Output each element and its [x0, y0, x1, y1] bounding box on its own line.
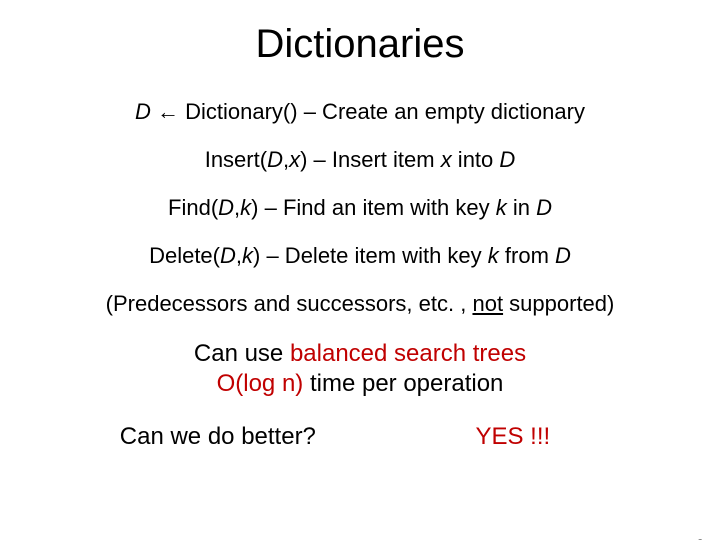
op-insert-arg2: x: [289, 147, 300, 172]
op-delete-desc-mid: from: [499, 243, 555, 268]
op-delete-desc-pre: – Delete item with key: [260, 243, 487, 268]
op-create-call: Dictionary(): [179, 99, 298, 124]
can-use-bst: balanced search trees: [290, 340, 526, 367]
op-find-arg1: D: [218, 195, 234, 220]
slide-title: Dictionaries: [0, 22, 720, 67]
op-delete-D: D: [555, 243, 571, 268]
op-insert-arg1: D: [267, 147, 283, 172]
note-pre: (Predecessors and successors, etc. ,: [106, 291, 473, 316]
op-insert-D: D: [499, 147, 515, 172]
can-use-ologn: O(log n): [217, 370, 304, 397]
op-delete-arg2: k: [242, 243, 253, 268]
op-create-lhs: D: [135, 99, 157, 124]
note-line: (Predecessors and successors, etc. , not…: [0, 291, 720, 317]
op-delete-line: Delete(D,k) – Delete item with key k fro…: [0, 243, 720, 269]
can-use-paragraph: Can use balanced search trees O(log n) t…: [0, 339, 720, 399]
op-create-desc: – Create an empty dictionary: [298, 99, 585, 124]
slide: Dictionaries D ← Dictionary() – Create a…: [0, 22, 720, 540]
note-post: supported): [503, 291, 614, 316]
op-create-line: D ← Dictionary() – Create an empty dicti…: [0, 99, 720, 125]
op-delete-arg1: D: [220, 243, 236, 268]
op-find-desc-pre: – Find an item with key: [259, 195, 496, 220]
op-insert-x: x: [441, 147, 452, 172]
op-find-D: D: [536, 195, 552, 220]
op-find-arg2: k: [240, 195, 251, 220]
op-insert-line: Insert(D,x) – Insert item x into D: [0, 147, 720, 173]
op-delete-k: k: [488, 243, 499, 268]
op-find-k: k: [496, 195, 507, 220]
page-number: 2: [696, 536, 704, 540]
bottom-row: Can we do better? YES !!!: [0, 423, 720, 451]
op-find-call-pre: Find(: [168, 195, 218, 220]
op-insert-desc-pre: – Insert item: [307, 147, 440, 172]
op-find-line: Find(D,k) – Find an item with key k in D: [0, 195, 720, 221]
can-use-pre: Can use: [194, 340, 290, 367]
op-delete-call-pre: Delete(: [149, 243, 220, 268]
can-use-post: time per operation: [303, 370, 503, 397]
question-text: Can we do better?: [120, 423, 316, 451]
note-not: not: [472, 291, 503, 316]
op-insert-desc-mid: into: [452, 147, 500, 172]
op-find-desc-mid: in: [507, 195, 536, 220]
answer-text: YES !!!: [475, 423, 550, 451]
left-arrow-icon: ←: [157, 99, 179, 124]
op-insert-call-pre: Insert(: [205, 147, 267, 172]
op-find-call-post: ): [251, 195, 258, 220]
